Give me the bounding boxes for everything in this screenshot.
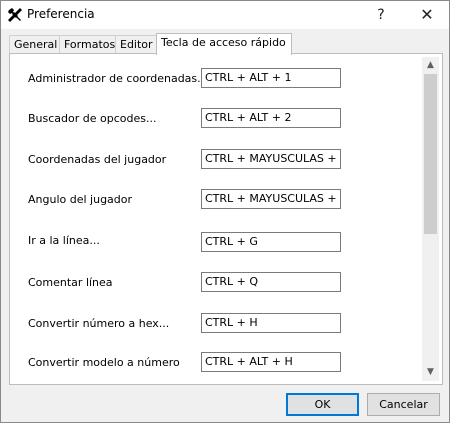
ok-button[interactable]: OK xyxy=(286,393,359,416)
shortcut-label: Convertir número a hex... xyxy=(28,317,170,330)
shortcut-label: Comentar línea xyxy=(28,276,113,289)
preferences-dialog: Preferencia ? ✕ General Formatos Editor … xyxy=(0,0,450,423)
shortcut-field[interactable]: CTRL + ALT + 1 xyxy=(201,68,341,88)
shortcut-field[interactable]: CTRL + Q xyxy=(201,272,341,292)
vertical-scrollbar[interactable]: ▲ ▼ xyxy=(422,57,439,381)
shortcut-label: Buscador de opcodes... xyxy=(28,112,157,125)
hotkeys-panel: Administrador de coordenadas... CTRL + A… xyxy=(9,53,443,385)
title-bar: Preferencia ? ✕ xyxy=(1,1,449,29)
shortcut-label: Coordenadas del jugador xyxy=(28,153,167,166)
tab-hotkeys[interactable]: Tecla de acceso rápido xyxy=(156,33,292,55)
scroll-up-icon[interactable]: ▲ xyxy=(422,57,439,74)
cancel-button[interactable]: Cancelar xyxy=(367,393,440,416)
close-button[interactable]: ✕ xyxy=(407,1,447,29)
shortcut-field[interactable]: CTRL + ALT + 2 xyxy=(201,108,341,128)
shortcut-label: Angulo del jugador xyxy=(28,193,133,206)
shortcut-field[interactable]: CTRL + ALT + H xyxy=(201,352,341,372)
scroll-thumb[interactable] xyxy=(424,74,437,234)
tools-icon xyxy=(8,8,22,22)
shortcut-field[interactable]: CTRL + MAYUSCULAS + C xyxy=(201,149,341,169)
scroll-down-icon[interactable]: ▼ xyxy=(422,364,439,381)
shortcut-label: Administrador de coordenadas... xyxy=(28,72,208,85)
shortcut-label: Ir a la línea... xyxy=(28,234,100,247)
help-button[interactable]: ? xyxy=(361,1,401,29)
shortcut-label: Convertir modelo a número xyxy=(28,356,180,369)
shortcut-field[interactable]: CTRL + G xyxy=(201,232,341,252)
shortcut-field[interactable]: CTRL + MAYUSCULAS + E xyxy=(201,189,341,209)
shortcut-field[interactable]: CTRL + H xyxy=(201,313,341,333)
window-title: Preferencia xyxy=(27,7,95,21)
tab-formatos[interactable]: Formatos xyxy=(59,35,123,54)
